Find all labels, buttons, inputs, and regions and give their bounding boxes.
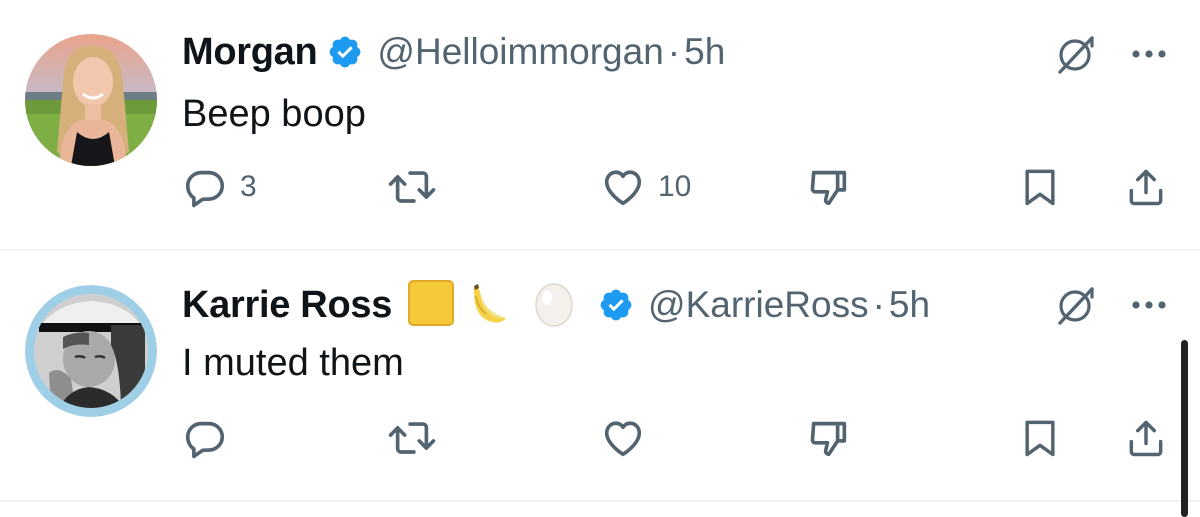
retweet-button[interactable]	[386, 162, 438, 212]
avatar-photo	[25, 34, 157, 166]
dislike-button[interactable]	[806, 413, 852, 463]
avatar-photo	[25, 285, 157, 417]
tweet-2[interactable]: Karrie Ross @KarrieRoss · 5h I muted the…	[0, 251, 1200, 501]
reply-icon	[185, 421, 225, 459]
retweet-icon	[388, 171, 436, 203]
tweet-divider	[0, 500, 1200, 502]
reply-count: 3	[240, 170, 257, 203]
verified-badge-icon	[327, 34, 363, 70]
more-icon[interactable]	[1130, 298, 1170, 316]
like-count: 10	[658, 170, 692, 203]
tweet-1[interactable]: Morgan @Helloimmorgan · 5h Beep boop 3 1…	[0, 0, 1200, 250]
grok-icon[interactable]	[1054, 32, 1098, 81]
thumbs-down-icon	[810, 170, 847, 206]
heart-icon	[604, 421, 642, 457]
author-handle[interactable]: @KarrieRoss	[648, 284, 869, 326]
author-name[interactable]: Morgan	[182, 31, 318, 74]
reply-icon	[185, 170, 225, 208]
separator-dot: ·	[667, 31, 681, 72]
like-button[interactable]	[600, 413, 646, 463]
tweet-header: Morgan @Helloimmorgan · 5h	[182, 26, 725, 78]
separator-dot: ·	[872, 284, 885, 325]
share-icon	[1129, 420, 1163, 457]
author-name[interactable]: Karrie Ross	[182, 284, 392, 327]
tweet-text: I muted them	[182, 342, 404, 384]
verified-badge-icon	[598, 287, 634, 323]
share-button[interactable]	[1124, 413, 1168, 463]
more-icon[interactable]	[1130, 47, 1170, 65]
thumbs-down-icon	[810, 421, 847, 457]
bookmark-button[interactable]	[1018, 413, 1062, 463]
bookmark-icon	[1025, 420, 1055, 457]
reply-button[interactable]: 3	[182, 162, 257, 212]
banana-emoji	[464, 278, 514, 333]
share-icon	[1129, 169, 1163, 206]
reply-button[interactable]	[182, 413, 240, 463]
heart-icon	[604, 170, 642, 206]
avatar[interactable]	[25, 34, 157, 166]
grok-icon[interactable]	[1054, 283, 1098, 332]
avatar[interactable]	[25, 285, 157, 417]
yellow-square-emoji	[406, 278, 456, 333]
like-button[interactable]: 10	[600, 162, 691, 212]
tweet-header: Karrie Ross @KarrieRoss · 5h	[182, 279, 930, 331]
timestamp[interactable]: 5h	[684, 31, 725, 73]
share-button[interactable]	[1124, 162, 1168, 212]
retweet-button[interactable]	[386, 413, 438, 463]
bookmark-button[interactable]	[1018, 162, 1062, 212]
author-handle[interactable]: @Helloimmorgan	[377, 31, 663, 73]
tweet-actions	[0, 413, 1200, 463]
tweet-text: Beep boop	[182, 93, 366, 135]
retweet-icon	[388, 422, 436, 454]
tweet-actions: 3 10	[0, 162, 1200, 212]
scrollbar-thumb[interactable]	[1181, 340, 1188, 517]
dislike-button[interactable]	[806, 162, 852, 212]
timestamp[interactable]: 5h	[889, 284, 930, 326]
bookmark-icon	[1025, 169, 1055, 206]
egg-emoji	[532, 278, 576, 333]
